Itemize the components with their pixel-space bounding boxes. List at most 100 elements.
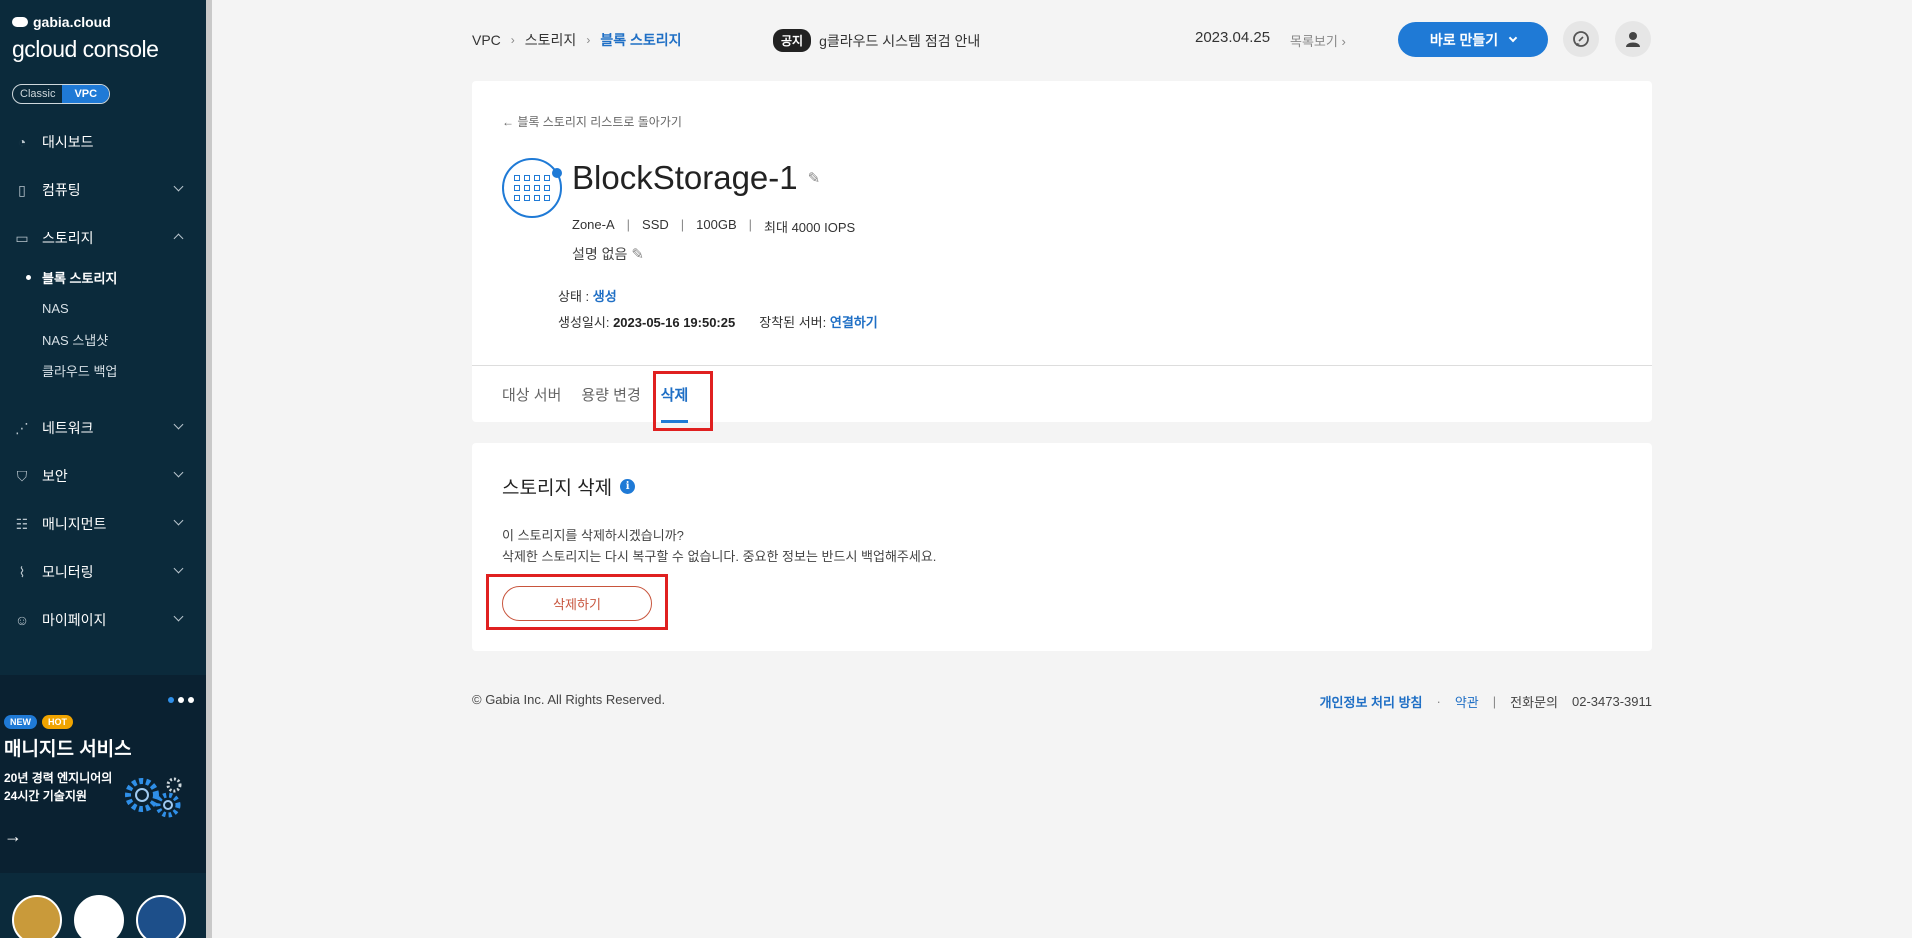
- footer-links: 개인정보 처리 방침 · 약관 | 전화문의 02-3473-3911: [1320, 692, 1652, 711]
- edit-description-icon[interactable]: ✎: [631, 245, 644, 263]
- privacy-policy-link[interactable]: 개인정보 처리 방침: [1320, 692, 1423, 711]
- phone-number: 02-3473-3911: [1572, 694, 1652, 709]
- notice-text[interactable]: g클라우드 시스템 점검 안내: [819, 31, 980, 51]
- brand-top-label: gabia.cloud: [33, 14, 111, 30]
- storage-description: 설명 없음 ✎: [572, 244, 644, 264]
- toggle-classic[interactable]: Classic: [13, 85, 62, 103]
- network-icon: ⋰: [15, 419, 29, 436]
- spec-separator: |: [680, 217, 685, 232]
- sidebar-scrollbar[interactable]: [206, 0, 212, 938]
- sidebar-item-label: 매니지먼트: [42, 516, 107, 532]
- spec-iops: 최대 4000 IOPS: [764, 220, 856, 235]
- chevron-down-icon: [1508, 33, 1518, 43]
- delete-section-title: 스토리지 삭제 i: [502, 473, 636, 500]
- terms-link[interactable]: 약관: [1455, 692, 1479, 711]
- profile-button[interactable]: [1615, 21, 1651, 57]
- sidebar-item-storage[interactable]: ▭ 스토리지: [0, 214, 206, 262]
- breadcrumb-separator: ›: [510, 33, 515, 47]
- back-to-list-link[interactable]: ← 블록 스토리지 리스트로 돌아가기: [502, 113, 682, 130]
- sidebar-subitem-block-storage[interactable]: 블록 스토리지: [26, 262, 206, 293]
- status-dot: [552, 168, 562, 178]
- arrow-right-icon[interactable]: →: [4, 826, 22, 847]
- carousel-dot[interactable]: [188, 697, 194, 703]
- storage-status: 상태 : 생성: [558, 286, 617, 305]
- breadcrumb-block-storage[interactable]: 블록 스토리지: [600, 30, 681, 50]
- sidebar-item-label: 마이페이지: [42, 612, 107, 628]
- created-label: 생성일시:: [558, 315, 614, 330]
- gears-icon: [125, 777, 182, 818]
- sidebar-item-network[interactable]: ⋰ 네트워크: [0, 404, 206, 452]
- sidebar-item-dashboard[interactable]: ◔ 대시보드: [0, 118, 206, 166]
- description-text: 설명 없음: [572, 246, 628, 262]
- csap-cert-icon: [136, 895, 186, 938]
- chevron-down-icon: [173, 181, 184, 192]
- storage-submenu: 블록 스토리지 NAS NAS 스냅샷 클라우드 백업: [0, 262, 206, 386]
- notice-badge: 공지: [773, 29, 812, 52]
- promo-line-2: 24시간 기술지원: [4, 789, 87, 803]
- chip-icon: ▯: [18, 181, 26, 198]
- quick-create-button[interactable]: 바로 만들기: [1398, 22, 1548, 57]
- phone-label: 전화문의: [1510, 695, 1558, 710]
- attached-label: 장착된 서버:: [759, 315, 830, 330]
- attached-server: 장착된 서버: 연결하기: [759, 312, 877, 331]
- hot-badge: HOT: [42, 715, 73, 729]
- monitoring-icon: ⌇: [18, 563, 26, 580]
- tab-resize[interactable]: 용량 변경: [581, 384, 640, 424]
- carousel-dot[interactable]: [178, 697, 184, 703]
- spec-size: 100GB: [696, 217, 737, 232]
- sidebar-subitem-cloud-backup[interactable]: 클라우드 백업: [42, 355, 206, 386]
- chat-button[interactable]: [1563, 21, 1599, 57]
- shield-icon: ⛉: [16, 467, 28, 484]
- classic-vpc-toggle[interactable]: Classic VPC: [12, 84, 111, 104]
- tab-target-server[interactable]: 대상 서버: [502, 384, 561, 424]
- notice-banner[interactable]: 공지 g클라우드 시스템 점검 안내: [773, 29, 980, 52]
- breadcrumb: VPC › 스토리지 › 블록 스토리지: [472, 30, 682, 50]
- divider: [472, 365, 1652, 366]
- status-value: 생성: [592, 289, 617, 304]
- breadcrumb-separator: ›: [586, 33, 591, 47]
- footer-dot: ·: [1436, 694, 1441, 709]
- chevron-down-icon: [173, 467, 184, 478]
- created-value: 2023-05-16 19:50:25: [613, 315, 736, 330]
- info-icon[interactable]: i: [620, 479, 636, 494]
- user-icon: [1626, 32, 1640, 47]
- sidebar-item-monitoring[interactable]: ⌇ 모니터링: [0, 548, 206, 596]
- notice-list-link[interactable]: 목록보기 ›: [1290, 31, 1346, 50]
- sidebar-subitem-nas[interactable]: NAS: [42, 293, 206, 324]
- block-storage-icon: [502, 158, 562, 218]
- carousel-dots[interactable]: [168, 697, 194, 703]
- quick-create-label: 바로 만들기: [1429, 31, 1499, 48]
- connect-server-link[interactable]: 연결하기: [830, 315, 878, 330]
- storage-icon: ▭: [15, 229, 29, 246]
- delete-question: 이 스토리지를 삭제하시겠습니까?: [502, 528, 684, 543]
- sidebar-item-security[interactable]: ⛉ 보안: [0, 452, 206, 500]
- chevron-up-icon: [173, 233, 184, 244]
- storage-detail-card: ← 블록 스토리지 리스트로 돌아가기 BlockStorage-1 ✎ Zon…: [472, 81, 1652, 424]
- chevron-down-icon: [173, 563, 184, 574]
- spec-type: SSD: [642, 217, 669, 232]
- sidebar-item-management[interactable]: ☷ 매니지먼트: [0, 500, 206, 548]
- chevron-down-icon: [173, 515, 184, 526]
- spec-separator: |: [626, 217, 631, 232]
- cloud-icon: [12, 17, 28, 27]
- created-at: 생성일시: 2023-05-16 19:50:25: [558, 312, 735, 331]
- toggle-vpc[interactable]: VPC: [62, 85, 110, 103]
- brand-title[interactable]: gcloud console: [12, 36, 159, 63]
- brand-logo[interactable]: gabia.cloud: [12, 14, 111, 30]
- dashboard-icon: ◔: [17, 134, 27, 150]
- breadcrumb-vpc[interactable]: VPC: [472, 32, 501, 48]
- sidebar-item-computing[interactable]: ▯ 컴퓨팅: [0, 166, 206, 214]
- storage-name-text: BlockStorage-1: [572, 159, 798, 196]
- edit-name-icon[interactable]: ✎: [808, 169, 821, 187]
- sidebar-item-label: 컴퓨팅: [42, 182, 81, 198]
- sidebar-item-label: 보안: [42, 468, 68, 484]
- sidebar-subitem-nas-snapshot[interactable]: NAS 스냅샷: [42, 324, 206, 355]
- promo-subtitle: 20년 경력 엔지니어의 24시간 기술지원: [4, 769, 112, 805]
- breadcrumb-storage[interactable]: 스토리지: [525, 30, 577, 50]
- sidebar-item-mypage[interactable]: ☺ 마이페이지: [0, 596, 206, 644]
- storage-specs: Zone-A | SSD | 100GB | 최대 4000 IOPS: [572, 217, 855, 236]
- carousel-dot[interactable]: [168, 697, 174, 703]
- cert-badge-icon: [12, 895, 62, 938]
- promo-banner[interactable]: NEW HOT 매니지드 서비스 20년 경력 엔지니어의 24시간 기술지원 …: [0, 675, 206, 873]
- delete-warning-text: 삭제한 스토리지는 다시 복구할 수 없습니다. 중요한 정보는 반드시 백업해…: [502, 549, 937, 564]
